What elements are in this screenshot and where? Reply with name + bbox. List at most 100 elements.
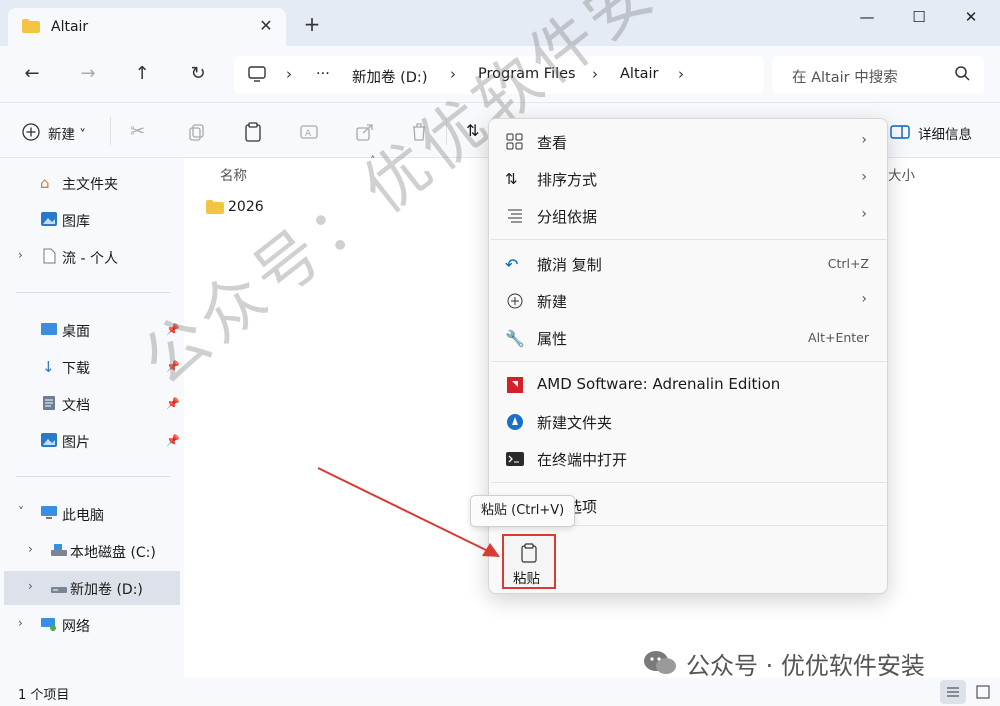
pin-icon[interactable]: 📌 <box>166 323 180 336</box>
grid-icon <box>506 133 523 150</box>
sidebar-divider <box>16 292 170 293</box>
chevron-right-icon: › <box>861 169 867 185</box>
sidebar-item-label: 图库 <box>62 214 90 230</box>
menu-separator <box>491 239 887 240</box>
undo-icon: ↶ <box>505 255 519 274</box>
menu-item-sort-by[interactable]: ⇅ 排序方式 › <box>489 161 887 197</box>
column-header-name[interactable]: 名称 <box>220 164 247 184</box>
tab-altair[interactable]: Altair ✕ <box>8 8 286 46</box>
menu-item-new-folder[interactable]: 新建文件夹 <box>489 404 887 440</box>
refresh-icon[interactable]: ↻ <box>186 63 210 85</box>
wechat-icon <box>644 651 676 674</box>
up-arrow-icon[interactable]: ↑ <box>130 63 154 85</box>
chevron-right-icon[interactable]: › <box>28 579 33 593</box>
sidebar-item-downloads[interactable]: ↓ 下载 📌 <box>0 350 184 384</box>
download-icon: ↓ <box>42 358 55 376</box>
chevron-right-icon[interactable]: › <box>18 616 23 630</box>
forward-arrow-icon[interactable]: → <box>76 63 100 85</box>
navigation-pane: ⌂ 主文件夹 图库 › 流 - 个人 桌面 📌 ↓ 下载 📌 文档 📌 图片 📌… <box>0 158 184 678</box>
item-name: 2026 <box>228 199 264 215</box>
gallery-icon <box>41 212 57 226</box>
sidebar-item-desktop[interactable]: 桌面 📌 <box>0 313 184 347</box>
details-button[interactable]: 详细信息 <box>918 123 972 143</box>
paste-icon[interactable] <box>242 121 264 143</box>
share-icon[interactable] <box>354 121 376 143</box>
chevron-right-icon: › <box>861 291 867 307</box>
sidebar-item-network[interactable]: › 网络 <box>0 608 184 642</box>
plus-circle-icon[interactable] <box>20 121 42 143</box>
sort-icon[interactable]: ⇅ <box>466 121 488 143</box>
breadcrumb-more[interactable]: ··· <box>316 66 330 82</box>
sidebar-item-documents[interactable]: 文档 📌 <box>0 387 184 421</box>
column-header-size[interactable]: 大小 <box>888 164 915 184</box>
sidebar-item-label: 新加卷 (D:) <box>70 582 143 598</box>
sidebar-item-label: 流 - 个人 <box>62 251 118 267</box>
sidebar-item-this-pc[interactable]: ˅ 此电脑 <box>0 497 184 531</box>
rename-icon[interactable]: A <box>298 121 320 143</box>
pin-icon[interactable]: 📌 <box>166 434 180 447</box>
breadcrumb-altair[interactable]: Altair <box>620 66 659 82</box>
home-icon: ⌂ <box>40 174 50 192</box>
status-bar: 1 个项目 <box>0 678 1000 706</box>
copy-icon[interactable] <box>186 121 208 143</box>
cut-icon[interactable]: ✂ <box>130 121 152 143</box>
delete-icon[interactable] <box>408 121 430 143</box>
search-icon <box>955 66 970 81</box>
breadcrumb-program-files[interactable]: Program Files <box>478 66 576 82</box>
search-box[interactable]: 在 Altair 中搜索 <box>772 56 984 94</box>
paste-button[interactable]: 粘贴 <box>502 534 556 589</box>
chevron-right-icon: › <box>286 65 292 83</box>
sidebar-item-label: 此电脑 <box>62 508 104 524</box>
sort-icon: ⇅ <box>505 170 518 188</box>
menu-item-properties[interactable]: 🔧 属性 Alt+Enter <box>489 320 887 356</box>
sidebar-divider <box>16 476 170 477</box>
document-icon <box>43 248 56 264</box>
monitor-icon <box>248 66 266 82</box>
chevron-right-icon[interactable]: › <box>18 248 23 262</box>
menu-item-label: 撤消 复制 <box>537 256 602 274</box>
folder-icon <box>22 19 40 33</box>
paste-label: 粘贴 <box>513 571 540 587</box>
sidebar-item-gallery[interactable]: 图库 <box>0 203 184 237</box>
desktop-icon <box>41 323 57 335</box>
close-button[interactable]: ✕ <box>946 0 996 34</box>
menu-item-label: 在终端中打开 <box>537 451 628 469</box>
chevron-right-icon: › <box>450 65 456 83</box>
sidebar-item-home[interactable]: ⌂ 主文件夹 <box>0 166 184 200</box>
address-bar[interactable]: › ··· 新加卷 (D:) › Program Files › Altair … <box>234 56 764 94</box>
menu-item-view[interactable]: 查看 › <box>489 124 887 160</box>
back-arrow-icon[interactable]: ← <box>20 63 44 85</box>
details-view-icon[interactable] <box>940 680 966 704</box>
sidebar-item-pictures[interactable]: 图片 📌 <box>0 424 184 458</box>
menu-shortcut: Ctrl+Z <box>827 256 869 271</box>
menu-item-label: 属性 <box>537 330 568 348</box>
computer-icon <box>41 506 57 519</box>
sidebar-item-label: 网络 <box>62 619 90 635</box>
menu-item-new[interactable]: 新建 › <box>489 283 887 319</box>
toolbar-separator <box>110 117 111 145</box>
minimize-button[interactable]: — <box>842 0 892 34</box>
menu-item-undo-copy[interactable]: ↶ 撤消 复制 Ctrl+Z <box>489 246 887 282</box>
new-tab-button[interactable]: + <box>302 14 322 34</box>
menu-item-group-by[interactable]: 分组依据 › <box>489 198 887 234</box>
pin-icon[interactable]: 📌 <box>166 397 180 410</box>
sidebar-item-drive-c[interactable]: › 本地磁盘 (C:) <box>0 534 184 568</box>
toolbar-separator <box>446 117 447 145</box>
sidebar-item-stream[interactable]: › 流 - 个人 <box>0 240 184 274</box>
tiles-view-icon[interactable] <box>970 680 996 704</box>
chevron-right-icon[interactable]: › <box>28 542 33 556</box>
sidebar-item-drive-d[interactable]: › 新加卷 (D:) <box>4 571 180 605</box>
tab-close-icon[interactable]: ✕ <box>256 16 276 36</box>
menu-item-label: 新建文件夹 <box>537 414 613 432</box>
pin-icon[interactable]: 📌 <box>166 360 180 373</box>
menu-item-open-terminal[interactable]: 在终端中打开 <box>489 441 887 477</box>
tab-title: Altair <box>51 19 89 35</box>
chevron-right-icon: › <box>592 65 598 83</box>
details-pane-icon <box>890 125 910 139</box>
maximize-button[interactable]: ☐ <box>894 0 944 34</box>
menu-item-amd-software[interactable]: AMD Software: Adrenalin Edition <box>489 367 887 403</box>
item-count: 1 个项目 <box>18 688 70 703</box>
new-button[interactable]: 新建 ˅ <box>48 123 86 143</box>
breadcrumb-drive-d[interactable]: 新加卷 (D:) <box>352 66 427 87</box>
chevron-down-icon[interactable]: ˅ <box>18 505 24 519</box>
